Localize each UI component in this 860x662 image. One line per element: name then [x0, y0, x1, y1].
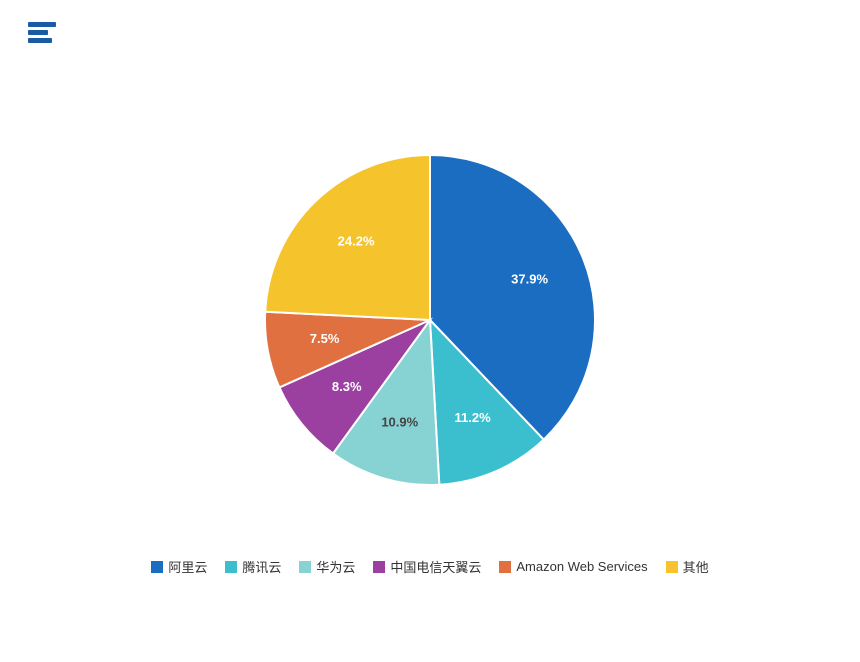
legend-item: 腾讯云	[225, 557, 281, 576]
legend-color-dot	[225, 561, 237, 573]
legend-label: 中国电信天翼云	[390, 557, 481, 576]
legend-item: 其他	[666, 557, 709, 576]
legend-label: 华为云	[316, 557, 355, 576]
svg-text:11.2%: 11.2%	[455, 410, 492, 425]
legend-color-dot	[373, 561, 385, 573]
pie-chart-svg: 37.9% 11.2% 10.9% 8.3% 7.5% 24.2%	[250, 140, 610, 500]
logo-line-3	[28, 38, 52, 43]
legend-label: 腾讯云	[242, 557, 281, 576]
page-container: 37.9% 11.2% 10.9% 8.3% 7.5% 24.2% 阿里云 腾讯云 华为云 中国…	[0, 0, 860, 662]
pie-chart: 37.9% 11.2% 10.9% 8.3% 7.5% 24.2%	[250, 140, 610, 500]
svg-text:7.5%: 7.5%	[310, 331, 340, 346]
svg-text:10.9%: 10.9%	[381, 414, 418, 429]
legend-color-dot	[499, 561, 511, 573]
svg-text:24.2%: 24.2%	[338, 234, 375, 249]
legend-color-dot	[666, 561, 678, 573]
legend-label: Amazon Web Services	[516, 559, 647, 574]
svg-text:37.9%: 37.9%	[511, 272, 548, 287]
chart-legend: 阿里云 腾讯云 华为云 中国电信天翼云 Amazon Web Services 其他	[0, 557, 860, 576]
legend-item: 华为云	[299, 557, 355, 576]
logo-lines-icon	[28, 22, 56, 43]
legend-label: 其他	[683, 557, 709, 576]
legend-item: 中国电信天翼云	[373, 557, 481, 576]
legend-label: 阿里云	[168, 557, 207, 576]
legend-item: 阿里云	[151, 557, 207, 576]
legend-color-dot	[299, 561, 311, 573]
logo-line-2	[28, 30, 48, 35]
idc-logo	[28, 22, 62, 43]
legend-color-dot	[151, 561, 163, 573]
legend-item: Amazon Web Services	[499, 559, 647, 574]
svg-text:8.3%: 8.3%	[332, 379, 362, 394]
logo-line-1	[28, 22, 56, 27]
